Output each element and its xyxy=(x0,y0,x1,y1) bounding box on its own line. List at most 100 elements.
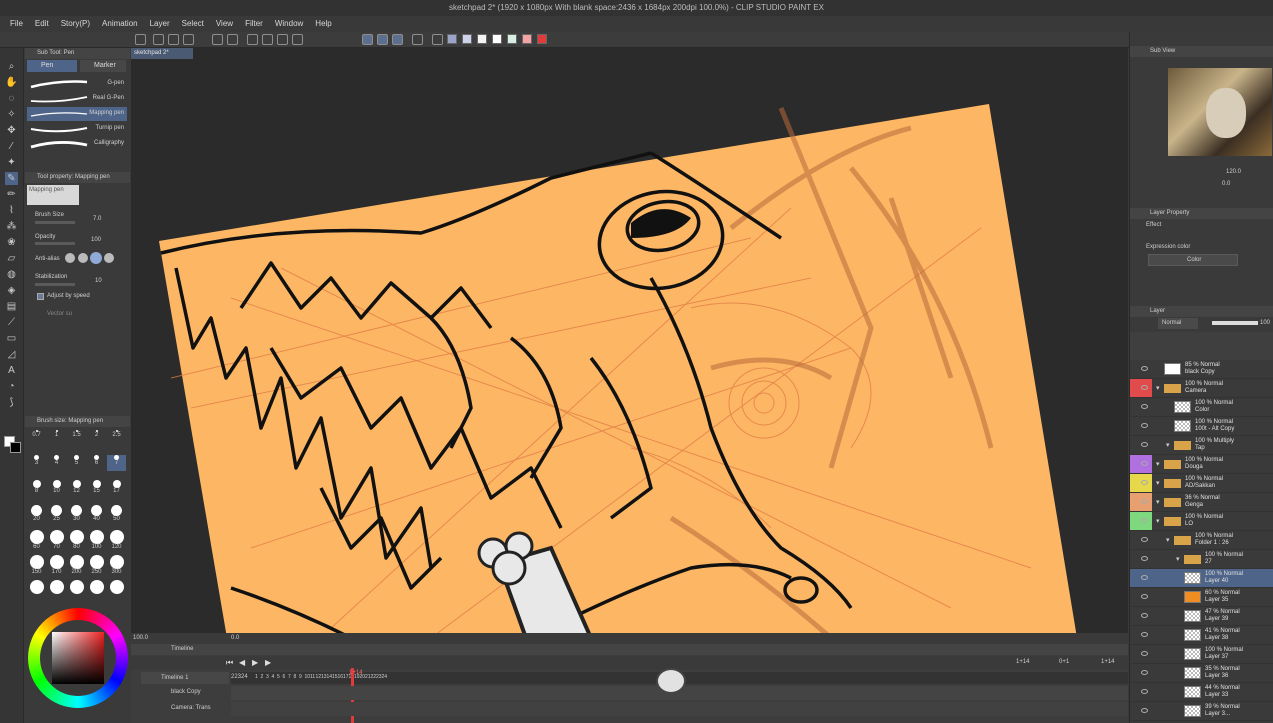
brush-size-cell[interactable]: 25 xyxy=(47,505,66,522)
eraser-icon[interactable]: ▱ xyxy=(5,252,18,265)
blend-mode-select[interactable]: Normal xyxy=(1158,318,1198,329)
layer-row[interactable]: 47 % Normal Layer 39 xyxy=(1130,607,1273,626)
redo-icon[interactable] xyxy=(227,34,238,45)
menu-select[interactable]: Select xyxy=(176,16,210,32)
toolbar-color-swatch[interactable] xyxy=(522,34,532,44)
hand-icon[interactable]: ✋ xyxy=(5,76,18,89)
brush-size-cell[interactable]: 50 xyxy=(107,505,126,522)
toolbar-color-swatch[interactable] xyxy=(462,34,472,44)
frame-icon[interactable]: ▭ xyxy=(5,332,18,345)
undo-icon[interactable] xyxy=(212,34,223,45)
brush-size-cell[interactable]: 5 xyxy=(67,455,86,471)
artwork[interactable] xyxy=(131,48,1128,638)
brush-size-cell[interactable]: 120 xyxy=(107,530,126,550)
expression-color-select[interactable]: Color xyxy=(1148,254,1238,266)
eyedropper-icon[interactable]: ⁄ xyxy=(5,140,18,153)
figure-icon[interactable]: ⟋ xyxy=(5,316,18,329)
toolbar-color-swatch[interactable] xyxy=(447,34,457,44)
open-file-icon[interactable] xyxy=(153,34,164,45)
blend-icon[interactable]: ◍ xyxy=(5,268,18,281)
wand-icon[interactable]: ✦ xyxy=(5,156,18,169)
snap-perspective-icon[interactable] xyxy=(392,34,403,45)
help-icon[interactable] xyxy=(432,34,443,45)
anti-alias-none[interactable] xyxy=(65,253,75,263)
subview-angle[interactable]: 0.0 xyxy=(1222,181,1230,187)
brush-size-cell[interactable]: 0.7 xyxy=(27,430,46,446)
brush-size-cell[interactable]: 1 xyxy=(47,430,66,446)
layer-row[interactable]: ▾ 100 % Normal Folder 1 : 26 xyxy=(1130,531,1273,550)
toolbar-color-swatch[interactable] xyxy=(537,34,547,44)
layer-icon[interactable] xyxy=(412,34,423,45)
new-file-icon[interactable] xyxy=(135,34,146,45)
visibility-eye-icon[interactable] xyxy=(1141,537,1148,542)
menu-view[interactable]: View xyxy=(210,16,239,32)
layer-row[interactable]: 100 % Normal 100t - Alt Copy xyxy=(1130,417,1273,436)
brush-size-cell[interactable]: 7 xyxy=(107,455,126,471)
visibility-eye-icon[interactable] xyxy=(1141,480,1148,485)
first-frame-icon[interactable]: ⏮ xyxy=(226,658,235,667)
layer-row[interactable]: ▾ 100 % Normal Douga xyxy=(1130,455,1273,474)
fill-icon[interactable] xyxy=(262,34,273,45)
folder-chevron-icon[interactable]: ▾ xyxy=(1166,441,1170,449)
save-icon[interactable] xyxy=(168,34,179,45)
visibility-eye-icon[interactable] xyxy=(1141,385,1148,390)
decoration-icon[interactable]: ❀ xyxy=(5,236,18,249)
layer-row[interactable]: 35 % Normal Layer 36 xyxy=(1130,664,1273,683)
layer-opacity-slider[interactable] xyxy=(1212,321,1258,325)
visibility-eye-icon[interactable] xyxy=(1141,499,1148,504)
brush-turnip-pen[interactable]: Turnip pen xyxy=(27,122,127,136)
layer-row[interactable]: 44 % Normal Layer 33 xyxy=(1130,683,1273,702)
menu-window[interactable]: Window xyxy=(269,16,309,32)
correct-line-icon[interactable]: ⟆ xyxy=(5,396,18,409)
auto-select-icon[interactable]: ✧ xyxy=(5,108,18,121)
toolbar-color-swatch[interactable] xyxy=(477,34,487,44)
layer-row[interactable]: ▾ 100 % Normal LO xyxy=(1130,512,1273,531)
anti-alias-medium[interactable] xyxy=(90,252,102,264)
brush-size-cell[interactable]: 1.5 xyxy=(67,430,86,446)
folder-chevron-icon[interactable]: ▾ xyxy=(1176,555,1180,563)
layer-row[interactable]: 39 % Normal Layer 3... xyxy=(1130,702,1273,721)
menu-story[interactable]: Story(P) xyxy=(55,16,96,32)
prev-frame-icon[interactable]: ◀ xyxy=(239,658,248,667)
toolbar-color-swatch[interactable] xyxy=(492,34,502,44)
brush-size-cell[interactable]: 250 xyxy=(87,555,106,575)
brush-size-cell[interactable] xyxy=(27,580,46,596)
lasso-icon[interactable]: ◌ xyxy=(5,92,18,105)
text-icon[interactable]: A xyxy=(5,364,18,377)
visibility-eye-icon[interactable] xyxy=(1141,575,1148,580)
brush-size-cell[interactable]: 4 xyxy=(47,455,66,471)
track-lane-2[interactable] xyxy=(231,702,1128,716)
folder-chevron-icon[interactable]: ▾ xyxy=(1156,517,1160,525)
pencil-icon[interactable]: ✏ xyxy=(5,188,18,201)
brush-size-cell[interactable] xyxy=(67,580,86,596)
layer-row[interactable]: 100 % Normal Layer 40 xyxy=(1130,569,1273,588)
folder-chevron-icon[interactable]: ▾ xyxy=(1156,498,1160,506)
snap-ruler-icon[interactable] xyxy=(362,34,373,45)
canvas-area[interactable] xyxy=(131,48,1128,638)
visibility-eye-icon[interactable] xyxy=(1141,632,1148,637)
adjust-speed-checkbox[interactable] xyxy=(37,293,44,300)
tab-pen[interactable]: Pen xyxy=(27,60,77,72)
menu-layer[interactable]: Layer xyxy=(144,16,176,32)
ruler-icon[interactable]: ◿ xyxy=(5,348,18,361)
sub-color-swatch[interactable] xyxy=(10,442,21,453)
visibility-eye-icon[interactable] xyxy=(1141,689,1148,694)
brush-size-cell[interactable]: 150 xyxy=(27,555,46,575)
folder-chevron-icon[interactable]: ▾ xyxy=(1166,536,1170,544)
document-tab[interactable]: sketchpad 2* xyxy=(131,48,193,59)
visibility-eye-icon[interactable] xyxy=(1141,442,1148,447)
tab-marker[interactable]: Marker xyxy=(80,60,126,72)
menu-edit[interactable]: Edit xyxy=(29,16,55,32)
brush-size-cell[interactable]: 10 xyxy=(47,480,66,496)
deselect-icon[interactable] xyxy=(292,34,303,45)
snap-grid-icon[interactable] xyxy=(377,34,388,45)
brush-size-cell[interactable]: 200 xyxy=(67,555,86,575)
brush-size-cell[interactable]: 2 xyxy=(87,430,106,446)
visibility-eye-icon[interactable] xyxy=(1141,423,1148,428)
layer-row[interactable]: 60 % Normal Layer 35 xyxy=(1130,588,1273,607)
menu-file[interactable]: File xyxy=(4,16,29,32)
next-frame-icon[interactable]: ▶ xyxy=(265,658,274,667)
brush-size-cell[interactable]: 3 xyxy=(27,455,46,471)
brush-g-pen[interactable]: G-pen xyxy=(27,77,127,91)
brush-size-cell[interactable]: 170 xyxy=(47,555,66,575)
